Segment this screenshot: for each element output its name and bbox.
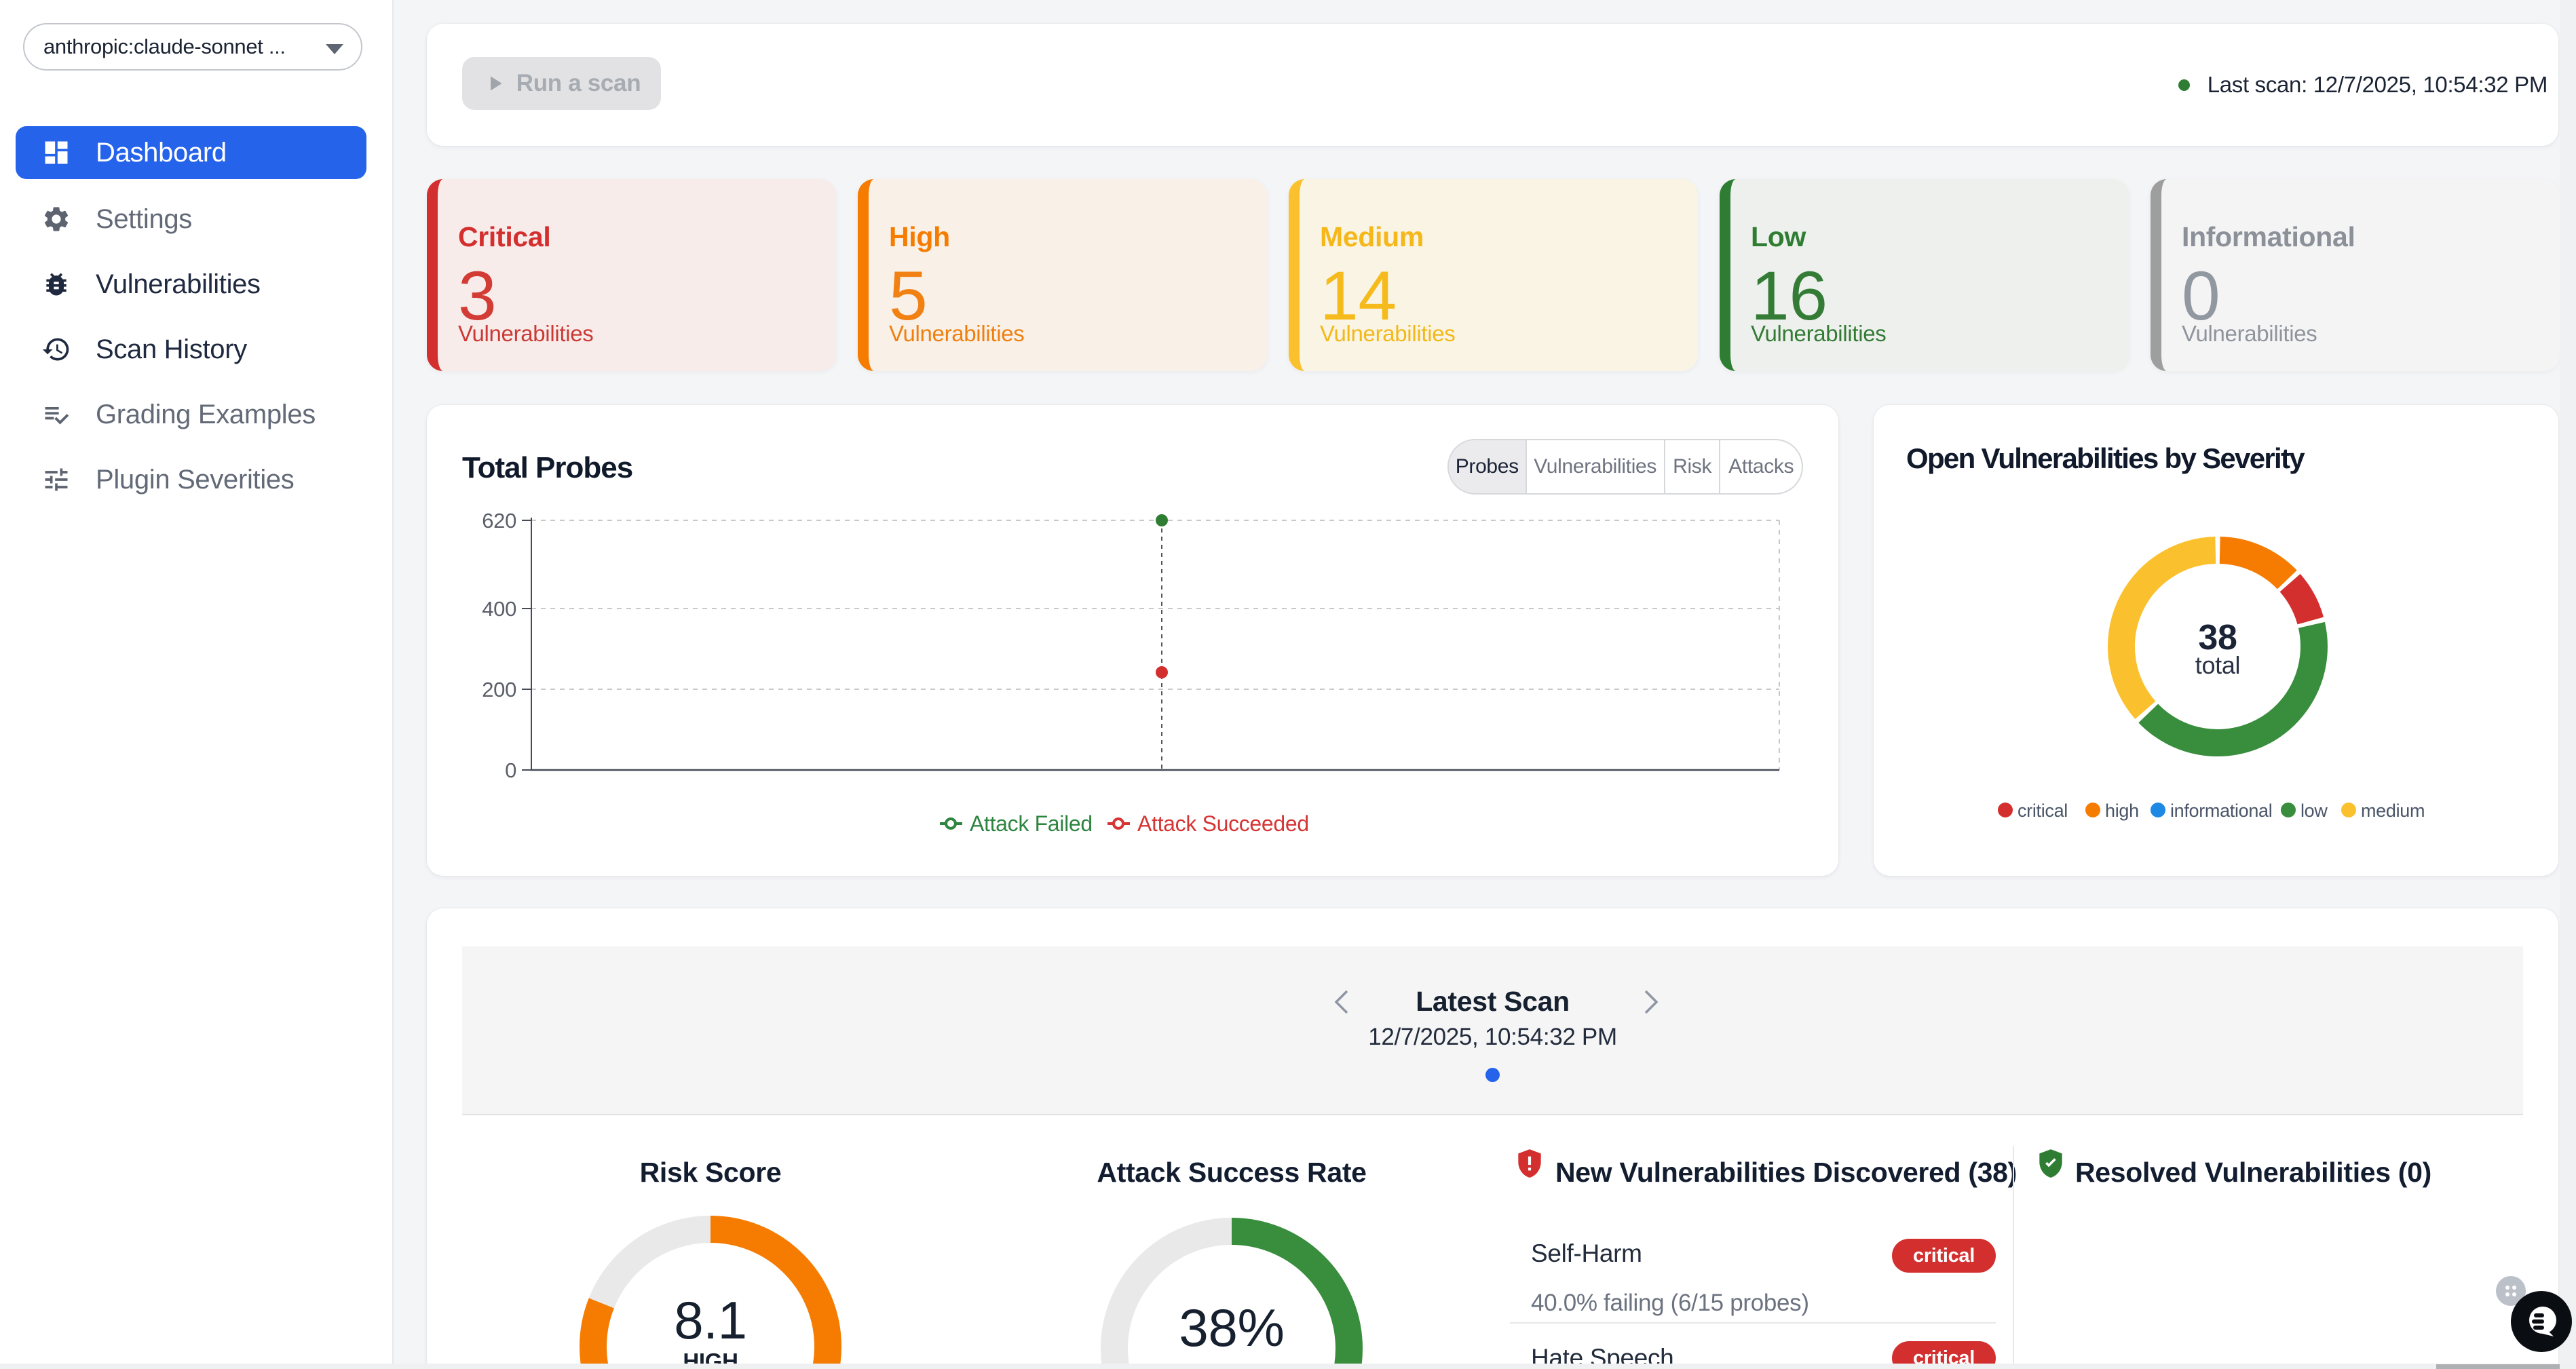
svg-text:high: high	[2105, 801, 2139, 821]
svg-text:400: 400	[482, 597, 516, 621]
svg-text:total: total	[2195, 651, 2240, 679]
svg-text:38%: 38%	[1179, 1298, 1284, 1357]
svg-text:0: 0	[505, 758, 516, 782]
svg-text:Attack Succeeded: Attack Succeeded	[1137, 811, 1309, 836]
svg-text:informational: informational	[2170, 801, 2272, 821]
svg-text:low: low	[2300, 801, 2328, 821]
svg-text:620: 620	[482, 509, 516, 533]
svg-text:medium: medium	[2361, 801, 2425, 821]
svg-text:Attack Failed: Attack Failed	[970, 811, 1093, 836]
svg-text:200: 200	[482, 678, 516, 701]
svg-text:critical: critical	[2018, 801, 2068, 821]
svg-text:8.1: 8.1	[674, 1290, 746, 1350]
